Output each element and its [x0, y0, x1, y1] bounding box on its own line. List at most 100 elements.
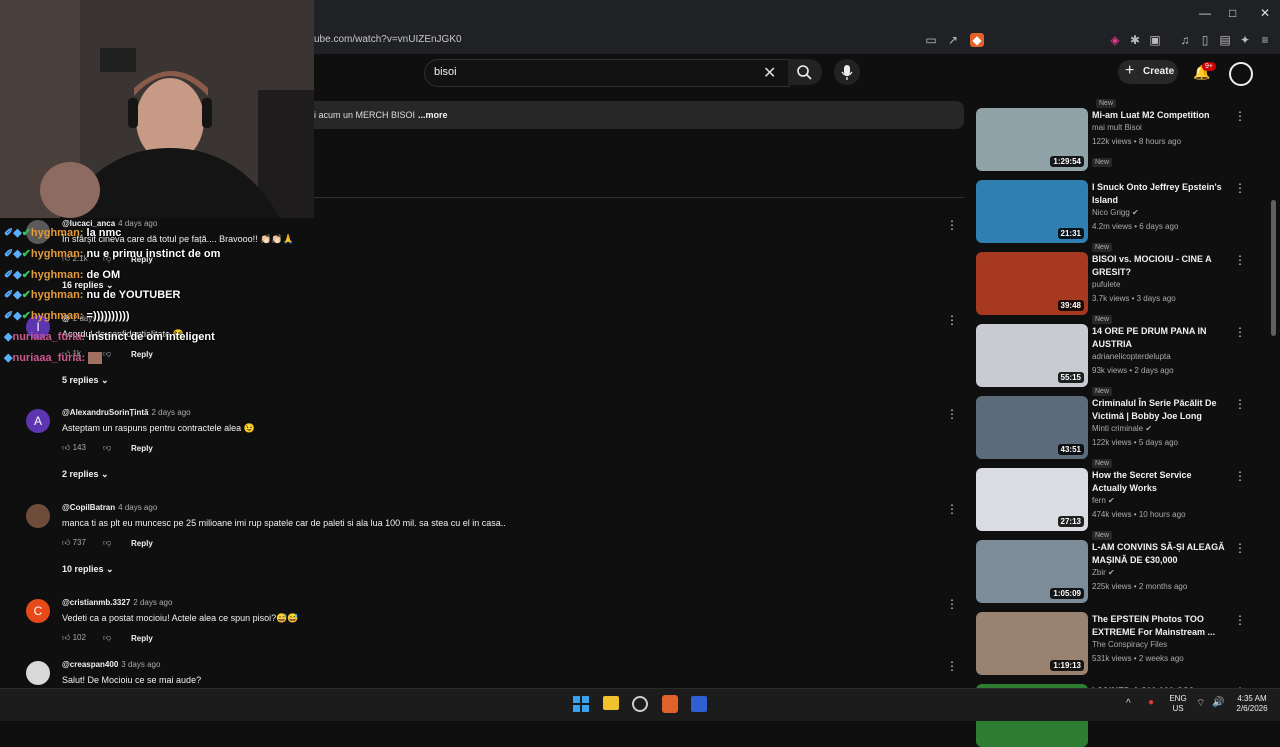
- video-title[interactable]: Criminalul În Serie Păcălit De Victimă |…: [1092, 397, 1226, 423]
- channel-name[interactable]: The Conspiracy Files: [1092, 640, 1167, 649]
- like-button[interactable]: 👍︎ 737: [62, 538, 86, 548]
- search-value[interactable]: bisoi: [434, 66, 457, 78]
- video-menu-icon[interactable]: ⋮: [1234, 181, 1246, 195]
- video-title[interactable]: L-AM CONVINS SĂ-ȘI ALEAGĂ MAȘINĂ DE €30,…: [1092, 541, 1226, 567]
- clear-search-icon[interactable]: ✕: [763, 63, 776, 83]
- video-menu-icon[interactable]: ⋮: [1234, 397, 1246, 411]
- dislike-button[interactable]: 👎︎: [103, 633, 111, 643]
- comment-menu-icon[interactable]: ⋮: [946, 597, 958, 611]
- search-input[interactable]: [424, 59, 790, 87]
- video-channel[interactable]: Minti criminale ✔: [1092, 424, 1152, 433]
- comment-handle[interactable]: @cristianmb.3327: [62, 598, 130, 607]
- comment-author[interactable]: @cristianmb.3327 2 days ago: [62, 598, 172, 607]
- comment-handle[interactable]: @CopilBatran: [62, 503, 115, 512]
- network-icon[interactable]: ⌔: [1196, 697, 1205, 710]
- comment-menu-icon[interactable]: ⋮: [946, 502, 958, 516]
- comment-date[interactable]: 4 days ago: [118, 503, 157, 512]
- brave-taskbar-icon[interactable]: [662, 695, 678, 713]
- video-menu-icon[interactable]: ⋮: [1234, 325, 1246, 339]
- comment-author[interactable]: @AlexandruSorinȚintă 2 days ago: [62, 408, 191, 417]
- comment-avatar[interactable]: [26, 661, 50, 685]
- leo-ai-icon[interactable]: ✦: [1238, 33, 1252, 47]
- comment-date[interactable]: 2 days ago: [151, 408, 190, 417]
- video-title[interactable]: 14 ORE PE DRUM PANA IN AUSTRIA: [1092, 325, 1226, 351]
- like-button[interactable]: 👍︎ 102: [62, 633, 86, 643]
- obs-icon[interactable]: [632, 696, 648, 712]
- install-app-icon[interactable]: ▭: [924, 33, 938, 47]
- music-icon[interactable]: ♫: [1178, 33, 1192, 47]
- video-channel[interactable]: pufulete: [1092, 280, 1120, 289]
- video-menu-icon[interactable]: ⋮: [1234, 109, 1246, 123]
- video-title[interactable]: BISOI vs. MOCIOIU - CINE A GRESIT?: [1092, 253, 1226, 279]
- description-more-link[interactable]: ...more: [418, 110, 448, 120]
- reply-button[interactable]: Reply: [131, 634, 153, 643]
- channel-name[interactable]: Nico Grigg: [1092, 208, 1130, 217]
- comment-author[interactable]: @creaspan400 3 days ago: [62, 660, 160, 669]
- sidebar-toggle-icon[interactable]: ▯: [1198, 33, 1212, 47]
- dislike-button[interactable]: 👎︎: [103, 443, 111, 453]
- volume-icon[interactable]: 🔊: [1212, 697, 1224, 708]
- app-taskbar-icon[interactable]: [691, 696, 707, 712]
- video-menu-icon[interactable]: ⋮: [1234, 613, 1246, 627]
- minimize-button[interactable]: —: [1199, 6, 1211, 20]
- comment-handle[interactable]: @AlexandruSorinȚintă: [62, 408, 148, 417]
- like-button[interactable]: 👍︎ 143: [62, 443, 86, 453]
- video-channel[interactable]: The Conspiracy Files: [1092, 640, 1167, 649]
- view-replies-button[interactable]: 2 replies ⌄: [62, 469, 109, 480]
- url-text[interactable]: ube.com/watch?v=vnUIZEnJGK0: [314, 34, 462, 45]
- scrollbar-thumb[interactable]: [1271, 200, 1276, 336]
- channel-name[interactable]: Minti criminale: [1092, 424, 1143, 433]
- dislike-button[interactable]: 👎︎: [103, 538, 111, 548]
- brave-shield-icon[interactable]: ◆: [970, 33, 984, 47]
- comment-avatar[interactable]: C: [26, 599, 50, 623]
- video-channel[interactable]: adrianelicopterdelupta: [1092, 352, 1171, 361]
- reply-button[interactable]: Reply: [131, 539, 153, 548]
- dislike-button[interactable]: 👎︎: [103, 349, 111, 359]
- wallet-icon[interactable]: ▣: [1148, 33, 1162, 47]
- file-explorer-icon[interactable]: [603, 696, 619, 710]
- video-channel[interactable]: Nico Grigg ✔: [1092, 208, 1139, 217]
- comment-date[interactable]: 3 days ago: [121, 660, 160, 669]
- video-channel[interactable]: mai mult Bisoi: [1092, 123, 1142, 132]
- video-title[interactable]: The EPSTEIN Photos TOO EXTREME For Mains…: [1092, 613, 1226, 639]
- clock[interactable]: 4:35 AM 2/6/2026: [1230, 694, 1274, 714]
- channel-name[interactable]: Zbir: [1092, 568, 1106, 577]
- view-replies-button[interactable]: 5 replies ⌄: [62, 375, 109, 386]
- channel-name[interactable]: mai mult Bisoi: [1092, 123, 1142, 132]
- comment-menu-icon[interactable]: ⋮: [946, 313, 958, 327]
- comment-menu-icon[interactable]: ⋮: [946, 659, 958, 673]
- language-indicator[interactable]: ENG US: [1168, 694, 1188, 714]
- channel-name[interactable]: adrianelicopterdelupta: [1092, 352, 1171, 361]
- comment-menu-icon[interactable]: ⋮: [946, 407, 958, 421]
- comment-date[interactable]: 4 days ago: [118, 219, 157, 228]
- comment-avatar[interactable]: [26, 504, 50, 528]
- video-channel[interactable]: Zbir ✔: [1092, 568, 1115, 577]
- comment-avatar[interactable]: A: [26, 409, 50, 433]
- voice-search-button[interactable]: [834, 59, 860, 85]
- share-icon[interactable]: ↗: [946, 33, 960, 47]
- account-avatar[interactable]: [1229, 62, 1253, 86]
- close-window-button[interactable]: ✕: [1260, 6, 1270, 20]
- video-menu-icon[interactable]: ⋮: [1234, 469, 1246, 483]
- reply-button[interactable]: Reply: [131, 444, 153, 453]
- video-title[interactable]: How the Secret Service Actually Works: [1092, 469, 1226, 495]
- video-channel[interactable]: fern ✔: [1092, 496, 1115, 505]
- video-menu-icon[interactable]: ⋮: [1234, 541, 1246, 555]
- start-button[interactable]: [573, 696, 589, 717]
- comment-handle[interactable]: @creaspan400: [62, 660, 118, 669]
- channel-name[interactable]: fern: [1092, 496, 1106, 505]
- video-title[interactable]: Mi-am Luat M2 Competition: [1092, 109, 1226, 122]
- create-label[interactable]: Create: [1143, 66, 1174, 77]
- view-replies-button[interactable]: 10 replies ⌄: [62, 564, 114, 575]
- search-button[interactable]: [788, 59, 822, 85]
- tray-chevron-icon[interactable]: ^: [1126, 698, 1131, 709]
- video-title[interactable]: I Snuck Onto Jeffrey Epstein's Island: [1092, 181, 1226, 207]
- comment-date[interactable]: 2 days ago: [133, 598, 172, 607]
- extension-shield-icon[interactable]: ◈: [1108, 33, 1122, 47]
- video-menu-icon[interactable]: ⋮: [1234, 253, 1246, 267]
- comment-menu-icon[interactable]: ⋮: [946, 218, 958, 232]
- comment-author[interactable]: @CopilBatran 4 days ago: [62, 503, 157, 512]
- mic-tray-icon[interactable]: ●: [1148, 697, 1154, 708]
- extensions-icon[interactable]: ✱: [1128, 33, 1142, 47]
- wallet2-icon[interactable]: ▤: [1218, 33, 1232, 47]
